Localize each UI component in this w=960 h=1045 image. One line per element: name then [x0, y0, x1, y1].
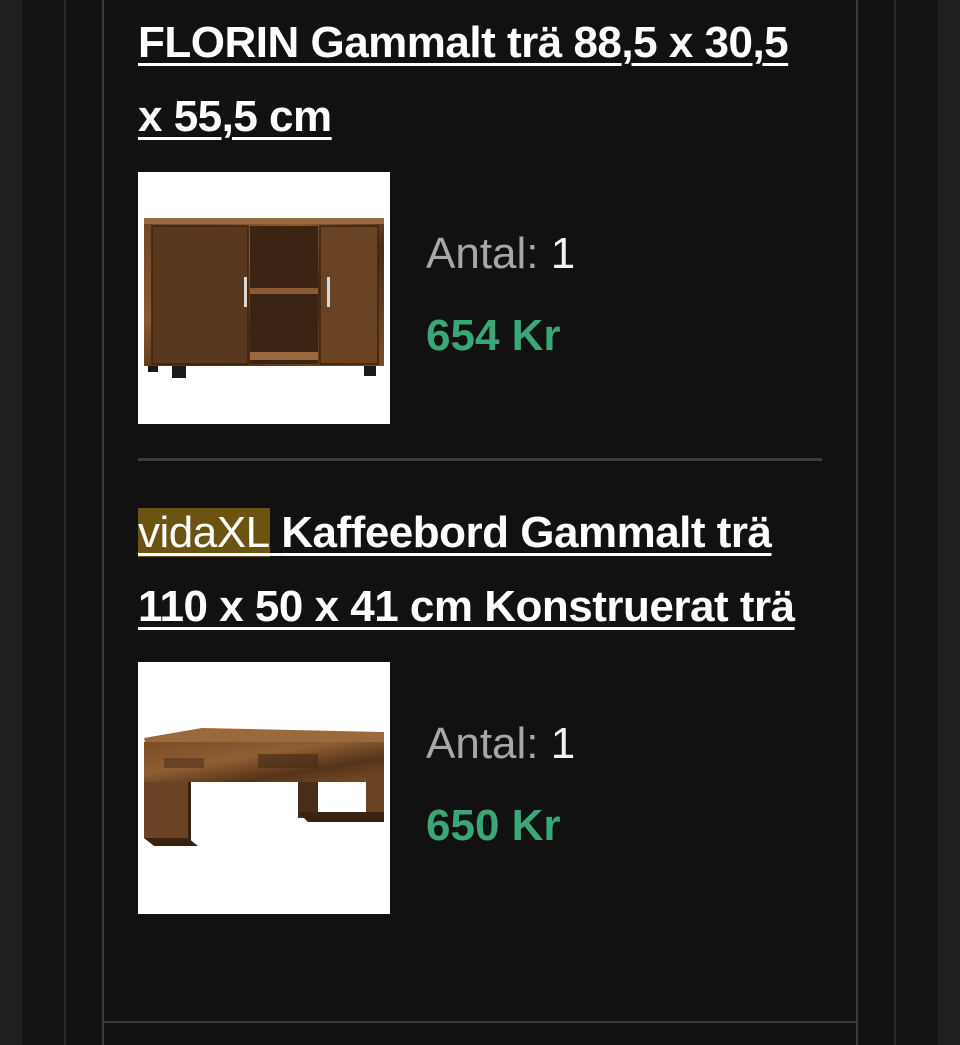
brand-highlight: vidaXL [138, 508, 270, 557]
quantity: Antal: 1 [426, 718, 575, 770]
card-bottom-border [102, 1021, 858, 1023]
price: 650 Kr [426, 801, 561, 850]
cart-item-meta: Antal: 1 654 Kr [426, 228, 575, 362]
cart-item-meta: Antal: 1 650 Kr [426, 718, 575, 852]
product-title-link[interactable]: vidaXL Kaffeebord Gammalt trä 110 x 50 x… [138, 496, 822, 644]
item-divider [138, 458, 822, 461]
cart-item-body: Antal: 1 650 Kr [138, 662, 822, 914]
quantity-label: Antal: [426, 719, 539, 768]
cart-item: FLORIN Gammalt trä 88,5 x 30,5 x 55,5 cm [138, 6, 822, 424]
quantity-value: 1 [550, 719, 576, 768]
cart-item: vidaXL Kaffeebord Gammalt trä 110 x 50 x… [138, 496, 822, 914]
quantity-label: Antal: [426, 229, 539, 278]
price: 654 Kr [426, 311, 561, 360]
quantity-value: 1 [550, 229, 576, 278]
quantity: Antal: 1 [426, 228, 575, 280]
cart-item-body: Antal: 1 654 Kr [138, 172, 822, 424]
product-title-text: FLORIN Gammalt trä 88,5 x 30,5 x 55,5 cm [138, 18, 789, 141]
product-title-link[interactable]: FLORIN Gammalt trä 88,5 x 30,5 x 55,5 cm [138, 6, 822, 154]
sideboard-image[interactable] [138, 172, 390, 424]
page: FLORIN Gammalt trä 88,5 x 30,5 x 55,5 cm [0, 0, 960, 1045]
coffee-table-image[interactable] [138, 662, 390, 914]
